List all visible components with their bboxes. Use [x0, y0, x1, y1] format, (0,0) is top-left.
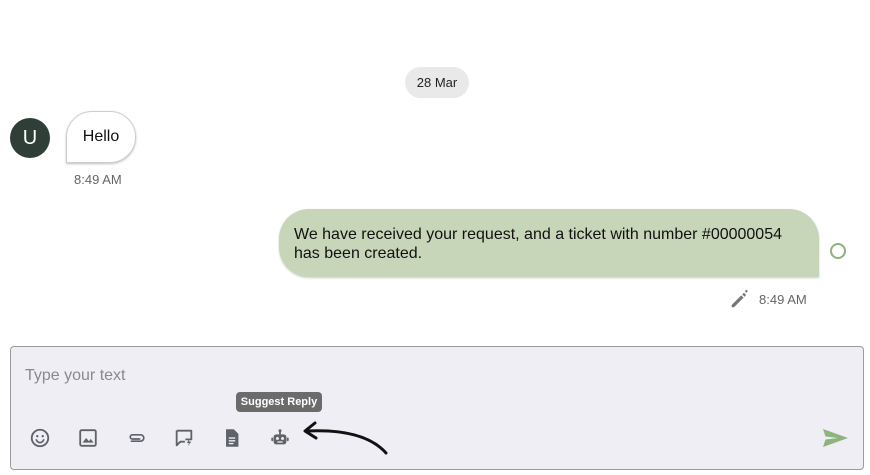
incoming-message-bubble: Hello [66, 111, 136, 163]
outgoing-message-bubble: We have received your request, and a tic… [279, 209, 819, 277]
attachment-icon[interactable] [123, 425, 149, 451]
annotation-arrow [303, 421, 388, 455]
template-icon[interactable] [219, 425, 245, 451]
outgoing-message-time: 8:49 AM [759, 292, 807, 307]
incoming-message-text: Hello [82, 128, 120, 145]
message-composer [10, 346, 864, 470]
edit-icon[interactable] [728, 288, 750, 310]
message-status-icon [830, 243, 846, 259]
robot-icon[interactable] [267, 425, 293, 451]
date-divider: 28 Mar [405, 67, 469, 98]
emoji-icon[interactable] [27, 425, 53, 451]
message-input[interactable] [25, 365, 805, 387]
user-avatar: U [10, 118, 50, 158]
incoming-message-time: 8:49 AM [74, 172, 122, 187]
quick-reply-icon[interactable] [171, 425, 197, 451]
outgoing-message-text: We have received your request, and a tic… [294, 226, 782, 262]
send-icon[interactable] [820, 426, 850, 450]
suggest-reply-tooltip: Suggest Reply [236, 392, 322, 412]
image-icon[interactable] [75, 425, 101, 451]
